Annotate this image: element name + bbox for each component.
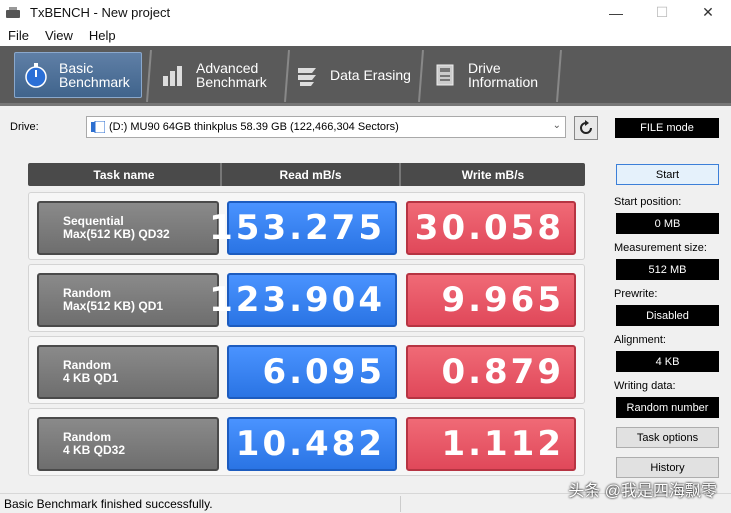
tab-bar: Basic Benchmark Advanced Benchmark Data Er… <box>0 46 731 106</box>
task-button[interactable]: Random Max(512 KB) QD1 <box>37 273 219 327</box>
minimize-button[interactable]: — <box>593 0 639 25</box>
task-name-line2: 4 KB QD32 <box>63 443 126 457</box>
file-mode-indicator: FILE mode <box>615 118 719 138</box>
drive-label: Drive: <box>10 121 39 133</box>
tab-label: Drive <box>468 60 501 76</box>
drive-select-value: (D:) MU90 64GB thinkplus 58.39 GB (122,4… <box>109 121 399 133</box>
tab-separator <box>556 50 562 102</box>
task-name-line2: Max(512 KB) QD32 <box>63 227 170 241</box>
read-value: 153.275 <box>209 201 397 255</box>
start-button[interactable]: Start <box>616 164 719 185</box>
tab-label: Benchmark <box>196 74 267 90</box>
task-name-line2: 4 KB QD1 <box>63 371 119 385</box>
alignment-value[interactable]: 4 KB <box>616 351 719 372</box>
status-divider <box>400 496 401 512</box>
prewrite-value[interactable]: Disabled <box>616 305 719 326</box>
measurement-size-label: Measurement size: <box>614 242 707 254</box>
eraser-icon <box>298 68 316 86</box>
app-icon <box>6 6 22 20</box>
refresh-button[interactable] <box>574 116 598 140</box>
tab-data-erasing[interactable]: Data Erasing <box>286 52 416 98</box>
tab-label: Advanced <box>196 60 259 76</box>
refresh-icon <box>580 120 592 134</box>
tab-drive-information[interactable]: Drive Information <box>424 52 554 98</box>
header-write: Write mB/s <box>461 167 525 182</box>
tab-basic-benchmark[interactable]: Basic Benchmark <box>14 52 142 98</box>
drive-select[interactable]: (D:) MU90 64GB thinkplus 58.39 GB (122,4… <box>86 116 566 138</box>
table-row: Sequential Max(512 KB) QD32 153.275 30.05… <box>28 192 585 260</box>
task-name-line2: Max(512 KB) QD1 <box>63 299 164 313</box>
tab-label: Information <box>468 74 539 90</box>
usb-drive-icon <box>91 121 105 133</box>
tab-label: Data Erasing <box>330 67 411 83</box>
read-value: 6.095 <box>227 345 397 399</box>
tab-advanced-benchmark[interactable]: Advanced Benchmark <box>152 52 280 98</box>
start-position-value[interactable]: 0 MB <box>616 213 719 234</box>
table-row: Random 4 KB QD1 6.095 0.879 <box>28 336 585 404</box>
status-text: Basic Benchmark finished successfully. <box>4 496 213 511</box>
menu-file[interactable]: File <box>0 28 37 43</box>
table-row: Random 4 KB QD32 10.482 1.112 <box>28 408 585 476</box>
bar-chart-icon <box>163 66 182 86</box>
drive-row: Drive: (D:) MU90 64GB thinkplus 58.39 GB… <box>0 112 731 142</box>
prewrite-label: Prewrite: <box>614 288 658 300</box>
header-task-name: Task name <box>28 163 222 186</box>
write-value: 0.879 <box>406 345 576 399</box>
window-title: TxBENCH - New project <box>30 5 171 20</box>
watermark: 头条 @我是四海飘零 <box>568 483 717 500</box>
alignment-label: Alignment: <box>614 334 666 346</box>
menu-help[interactable]: Help <box>81 28 124 43</box>
tab-label: Basic <box>59 60 94 76</box>
tab-label: Benchmark <box>59 74 130 90</box>
task-options-button[interactable]: Task options <box>616 427 719 448</box>
title-bar: TxBENCH - New project — ☐ ✕ <box>0 0 731 25</box>
write-value: 9.965 <box>406 273 576 327</box>
chevron-down-icon: ⌄ <box>552 120 561 131</box>
menu-view[interactable]: View <box>37 28 81 43</box>
header-read: Read mB/s <box>222 163 401 186</box>
writing-data-value[interactable]: Random number <box>616 397 719 418</box>
writing-data-label: Writing data: <box>614 380 676 392</box>
measurement-size-value[interactable]: 512 MB <box>616 259 719 280</box>
stopwatch-icon <box>25 63 47 88</box>
task-button[interactable]: Random 4 KB QD32 <box>37 417 219 471</box>
table-row: Random Max(512 KB) QD1 123.904 9.965 <box>28 264 585 332</box>
history-button[interactable]: History <box>616 457 719 478</box>
write-value: 1.112 <box>406 417 576 471</box>
task-button[interactable]: Sequential Max(512 KB) QD32 <box>37 201 219 255</box>
read-value: 10.482 <box>227 417 397 471</box>
close-button[interactable]: ✕ <box>685 0 731 25</box>
drive-info-icon <box>436 64 454 86</box>
write-value: 30.058 <box>406 201 576 255</box>
maximize-button[interactable]: ☐ <box>639 0 685 25</box>
menu-bar: File View Help <box>0 25 731 46</box>
task-button[interactable]: Random 4 KB QD1 <box>37 345 219 399</box>
results-table-header: Task name Read mB/s Write mB/s <box>28 163 585 186</box>
start-position-label: Start position: <box>614 196 682 208</box>
read-value: 123.904 <box>209 273 397 327</box>
